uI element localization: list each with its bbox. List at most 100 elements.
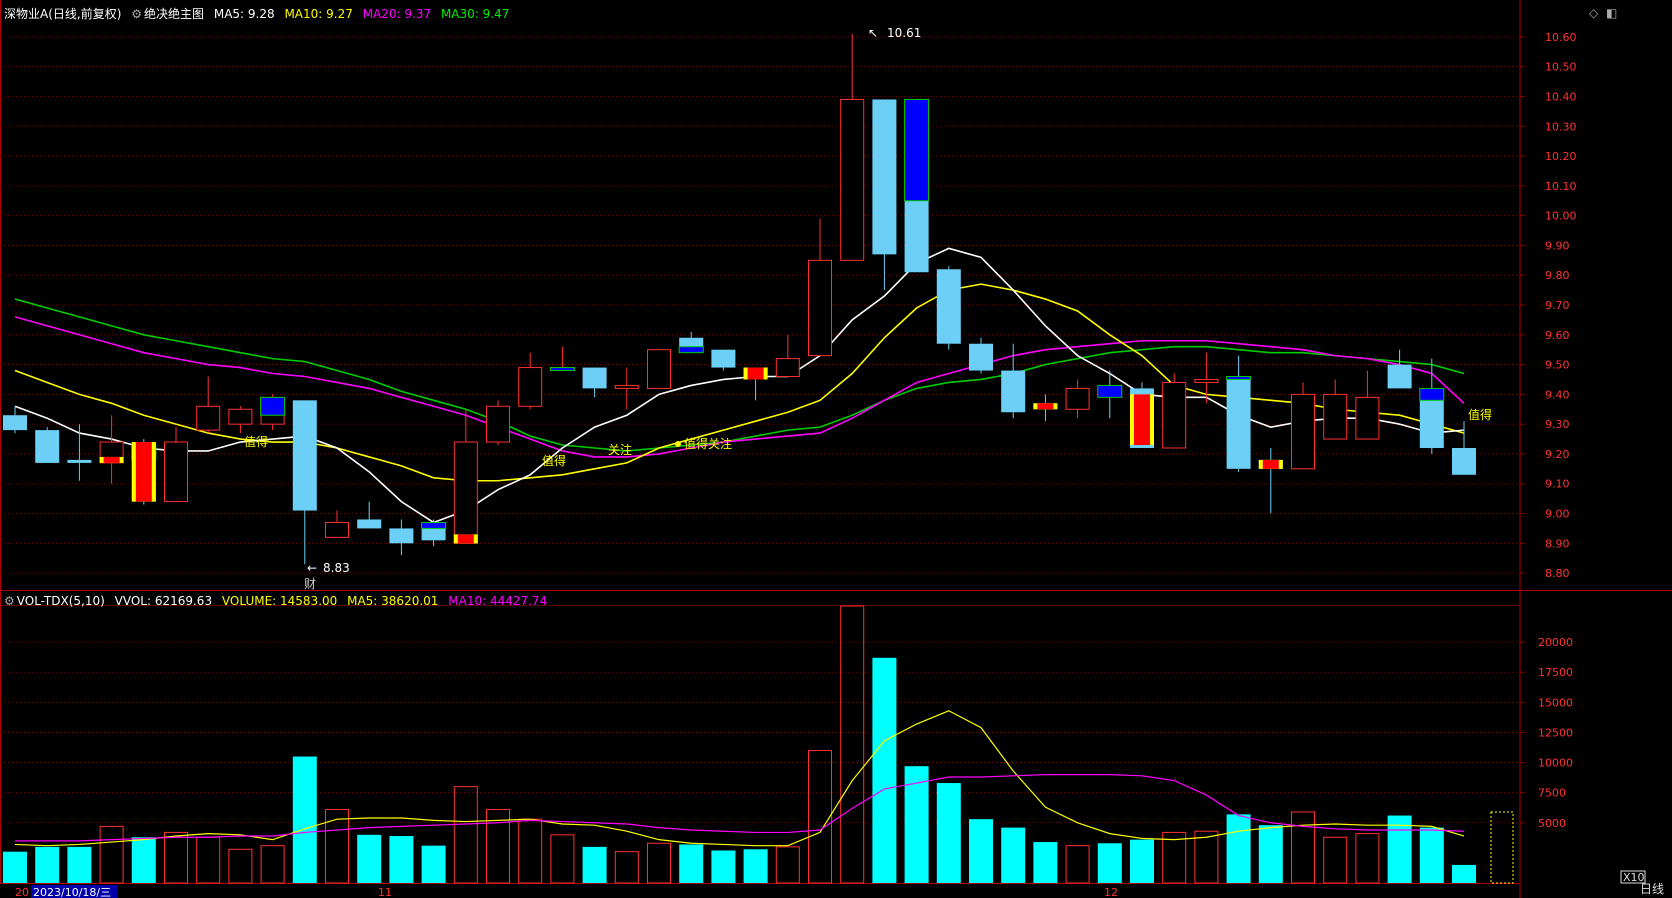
volume-tick-label: 10000 — [1538, 757, 1573, 770]
price-tick-label: 10.30 — [1545, 120, 1577, 133]
last-volume-highlight — [1490, 811, 1514, 884]
candle — [292, 400, 317, 565]
candle-body — [325, 521, 349, 538]
stock-name[interactable]: 深物业A — [4, 7, 48, 21]
volume-bar — [679, 844, 704, 883]
candle — [840, 33, 865, 261]
volume-bar — [260, 845, 285, 884]
signal-label: 值得关注 — [684, 436, 732, 451]
candle — [389, 519, 414, 556]
selected-date-label: 2023/10/18/三 — [33, 886, 111, 898]
candle — [3, 406, 27, 434]
volume-tick-label: 15000 — [1538, 696, 1573, 709]
candle-body — [1291, 393, 1315, 470]
signal-dot — [675, 441, 681, 447]
signal-blue-box — [904, 98, 930, 202]
signal-label: 值得 — [542, 453, 566, 468]
chart-canvas[interactable]: 10.60 10.50 10.40 10.30 10.20 10.10 10.00 9.90 9… — [0, 0, 1672, 898]
volume-tick-label: 5000 — [1538, 817, 1566, 830]
candle — [1355, 370, 1380, 440]
price-tick-label: 8.80 — [1545, 567, 1570, 580]
signal-blue-box — [549, 367, 575, 372]
candle-body — [196, 405, 221, 431]
volume-bar — [775, 846, 800, 884]
volume-tick-label: 7500 — [1538, 787, 1566, 800]
volume-tick-label: 17500 — [1538, 666, 1573, 679]
candle-body — [969, 343, 993, 371]
volume-bar — [1355, 833, 1380, 884]
chart-frames — [0, 0, 1672, 898]
signal-red-box — [747, 367, 764, 380]
volume-bar — [711, 850, 736, 883]
volume-indicator-name[interactable]: VOL-TDX(5,10) — [17, 594, 105, 608]
price-tick-label: 9.40 — [1545, 388, 1570, 401]
volume-bar — [1065, 845, 1090, 884]
price-tick-label: 10.20 — [1545, 150, 1577, 163]
volume-bar — [131, 837, 156, 883]
candle — [486, 400, 510, 446]
volume-bar — [840, 605, 865, 884]
candle — [99, 415, 124, 484]
candle — [35, 427, 60, 463]
candle-body — [679, 337, 704, 347]
volume-bar — [292, 756, 317, 883]
price-tick-label: 8.90 — [1545, 537, 1570, 550]
panel-toggle-icon[interactable]: ◧ — [1606, 6, 1617, 20]
volume-bar — [1097, 843, 1122, 883]
volume-bar — [1323, 836, 1348, 884]
candle-body — [840, 98, 865, 261]
candle-body — [1001, 370, 1026, 413]
volume-bar — [904, 766, 929, 883]
volume-tick-label: 12500 — [1538, 726, 1573, 739]
volume-bar — [1419, 827, 1444, 883]
volume-bar — [1194, 830, 1219, 884]
volume-bar — [99, 825, 124, 884]
period-label[interactable]: 日线 — [1640, 880, 1664, 897]
volume-bar — [518, 818, 543, 884]
settings-gear-icon[interactable]: ⚙ — [131, 7, 142, 21]
candle-body — [775, 358, 800, 377]
candle — [164, 427, 188, 503]
indicator-name[interactable]: 绝决绝主图 — [144, 7, 204, 21]
volume-axis: 20000 17500 15000 12500 10000 7500 5000 — [1520, 636, 1573, 830]
volume-bar — [743, 849, 768, 883]
volume-bar — [357, 834, 382, 883]
volume-ma10-value: MA10: 44427.74 — [448, 594, 548, 608]
volume-bar — [1452, 864, 1476, 883]
volume-bar — [1130, 839, 1154, 883]
signal-red-box — [1037, 403, 1054, 410]
vvol-value: VVOL: 62169.63 — [114, 594, 213, 608]
candle-body — [711, 349, 736, 368]
volume-bar — [1226, 814, 1251, 883]
signal-blue-box — [1226, 375, 1252, 380]
volume-bar — [389, 836, 414, 883]
diamond-icon[interactable]: ◇ — [1589, 6, 1598, 20]
candle — [228, 406, 253, 434]
settings-gear-icon[interactable]: ⚙ — [4, 594, 15, 608]
volume-bar — [1258, 825, 1283, 883]
candle — [196, 376, 221, 434]
candle-body — [3, 415, 27, 431]
candle-body — [1226, 376, 1251, 469]
candle-body — [614, 384, 639, 389]
candlesticks — [3, 33, 1476, 565]
candle — [1291, 382, 1315, 470]
candle-body — [1194, 378, 1219, 383]
candle — [969, 337, 993, 374]
price-tick-label: 10.60 — [1545, 31, 1577, 44]
signal-blue-box — [678, 346, 704, 354]
candle-body — [486, 405, 510, 443]
candle-body — [582, 367, 607, 389]
signal-red-box — [103, 456, 120, 463]
price-tick-label: 9.30 — [1545, 418, 1570, 431]
signal-label: 值得 — [244, 434, 268, 449]
candle — [711, 349, 736, 371]
candle-body — [164, 441, 188, 503]
candle — [647, 349, 671, 389]
candle-body — [872, 99, 897, 255]
candle — [357, 501, 382, 529]
candle-body — [647, 349, 671, 389]
candle-body — [357, 519, 382, 529]
price-tick-label: 10.50 — [1545, 61, 1577, 74]
volume-bar — [936, 783, 961, 883]
